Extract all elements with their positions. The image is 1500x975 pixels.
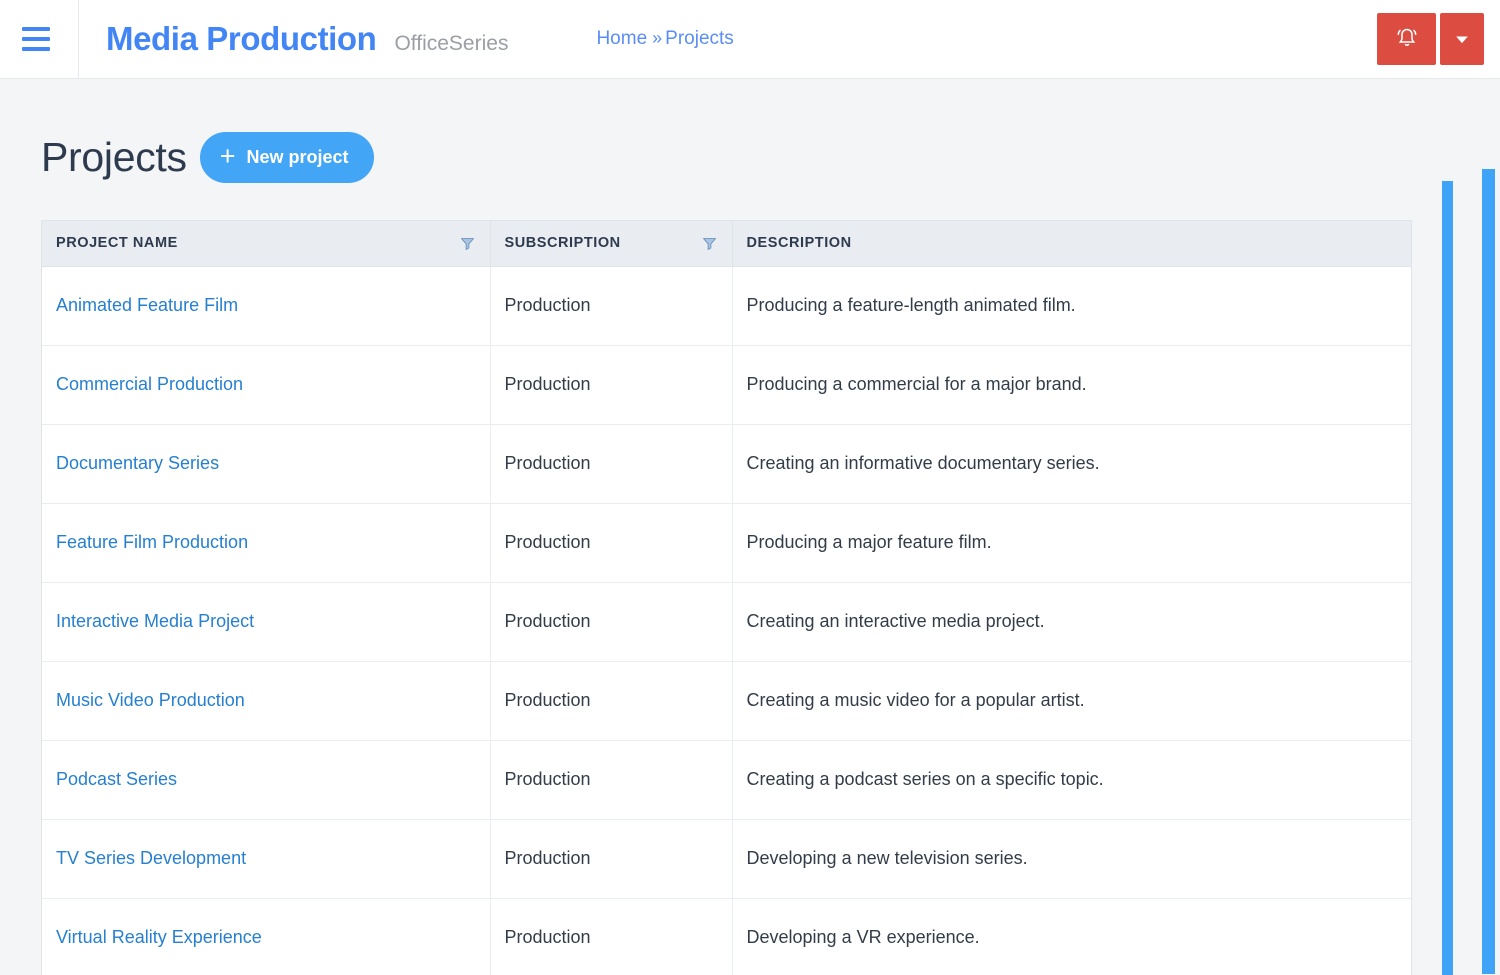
table-row: TV Series Development Production Developin… — [42, 819, 1411, 899]
filter-funnel-icon[interactable] — [701, 235, 718, 252]
cell-subscription: Production — [490, 345, 733, 425]
table-header: PROJECT NAME SUBSCRIPTION DESCRIPTION — [42, 221, 1411, 267]
chevron-down-icon — [1456, 36, 1468, 44]
navbar-dropdown-button[interactable] — [1440, 13, 1484, 65]
project-link[interactable]: Feature Film Production — [56, 532, 248, 552]
projects-table-container: PROJECT NAME SUBSCRIPTION DESCRIPTION An… — [41, 220, 1412, 975]
cell-project-name: Podcast Series — [42, 740, 491, 820]
cell-project-name: TV Series Development — [42, 819, 491, 899]
cell-description: Producing a major feature film. — [732, 503, 1411, 583]
cell-subscription: Production — [490, 898, 733, 975]
project-link[interactable]: Interactive Media Project — [56, 611, 254, 631]
breadcrumb-item-projects[interactable]: Projects — [665, 28, 734, 50]
cell-subscription: Production — [490, 740, 733, 820]
page-scrollbar[interactable] — [1482, 169, 1495, 974]
cell-subscription: Production — [490, 503, 733, 583]
breadcrumb-item-home[interactable]: Home — [596, 28, 647, 50]
brand-title: Media Production — [106, 20, 377, 57]
table-row: Documentary Series Production Creating an … — [42, 424, 1411, 504]
new-project-button-label: New project — [246, 147, 349, 167]
cell-description: Creating a podcast series on a specific … — [732, 740, 1411, 820]
table-row: Commercial Production Production Producing… — [42, 345, 1411, 425]
cell-project-name: Virtual Reality Experience — [42, 898, 491, 975]
cell-project-name: Interactive Media Project — [42, 582, 491, 662]
cell-project-name: Music Video Production — [42, 661, 491, 741]
column-header-label: DESCRIPTION — [746, 235, 852, 252]
cell-description: Producing a feature-length animated film… — [732, 266, 1411, 346]
cell-description: Developing a VR experience. — [732, 898, 1411, 975]
column-header-label: PROJECT NAME — [56, 235, 178, 252]
top-navbar: Media Production OfficeSeries Home » Pro… — [0, 0, 1500, 79]
table-row: Podcast Series Production Creating a podca… — [42, 740, 1411, 820]
hamburger-bar — [22, 47, 50, 51]
navbar-actions — [1377, 13, 1484, 65]
breadcrumb-separator-icon: » — [652, 28, 663, 48]
cell-description: Developing a new television series. — [732, 819, 1411, 899]
table-row: Animated Feature Film Production Producing… — [42, 266, 1411, 346]
cell-project-name: Commercial Production — [42, 345, 491, 425]
cell-description: Creating an informative documentary seri… — [732, 424, 1411, 504]
table-row: Music Video Production Production Creating… — [42, 661, 1411, 741]
inner-content-scrollbar[interactable] — [1442, 181, 1453, 975]
projects-table: PROJECT NAME SUBSCRIPTION DESCRIPTION An… — [42, 221, 1411, 975]
hamburger-bar — [22, 37, 50, 41]
project-link[interactable]: Music Video Production — [56, 690, 245, 710]
project-link[interactable]: Podcast Series — [56, 769, 177, 789]
project-link[interactable]: TV Series Development — [56, 848, 246, 868]
cell-description: Producing a commercial for a major brand… — [732, 345, 1411, 425]
project-link[interactable]: Documentary Series — [56, 453, 219, 473]
cell-description: Creating a music video for a popular art… — [732, 661, 1411, 741]
filter-funnel-icon[interactable] — [459, 235, 476, 252]
cell-project-name: Feature Film Production — [42, 503, 491, 583]
table-row: Interactive Media Project Production Creat… — [42, 582, 1411, 662]
cell-subscription: Production — [490, 266, 733, 346]
cell-subscription: Production — [490, 819, 733, 899]
column-header-subscription: SUBSCRIPTION — [490, 221, 733, 267]
brand[interactable]: Media Production OfficeSeries — [106, 20, 508, 58]
hamburger-bar — [22, 27, 50, 31]
plus-icon: + — [219, 141, 236, 171]
cell-project-name: Documentary Series — [42, 424, 491, 504]
cell-subscription: Production — [490, 661, 733, 741]
cell-project-name: Animated Feature Film — [42, 266, 491, 346]
hamburger-menu-icon[interactable] — [22, 27, 76, 51]
project-link[interactable]: Animated Feature Film — [56, 295, 238, 315]
cell-subscription: Production — [490, 582, 733, 662]
brand-subtitle: OfficeSeries — [394, 32, 509, 55]
page-header: Projects + New project — [0, 79, 1500, 183]
column-header-project-name: PROJECT NAME — [42, 221, 491, 267]
column-header-label: SUBSCRIPTION — [504, 235, 621, 252]
page-body: Projects + New project PROJECT NAME SUBS… — [0, 79, 1500, 975]
table-row: Feature Film Production Production Produci… — [42, 503, 1411, 583]
notifications-button[interactable] — [1377, 13, 1436, 65]
table-row: Virtual Reality Experience Production Deve… — [42, 898, 1411, 975]
navbar-divider — [78, 0, 79, 79]
cell-subscription: Production — [490, 424, 733, 504]
table-body: Animated Feature Film Production Producing… — [42, 266, 1411, 975]
page-title: Projects — [41, 134, 187, 180]
table-header-row: PROJECT NAME SUBSCRIPTION DESCRIPTION — [42, 221, 1411, 267]
project-link[interactable]: Commercial Production — [56, 374, 243, 394]
new-project-button[interactable]: + New project — [199, 132, 374, 183]
breadcrumb: Home » Projects — [596, 28, 733, 50]
cell-description: Creating an interactive media project. — [732, 582, 1411, 662]
column-header-description: DESCRIPTION — [732, 221, 1411, 267]
bell-active-icon — [1397, 28, 1416, 46]
project-link[interactable]: Virtual Reality Experience — [56, 927, 262, 947]
